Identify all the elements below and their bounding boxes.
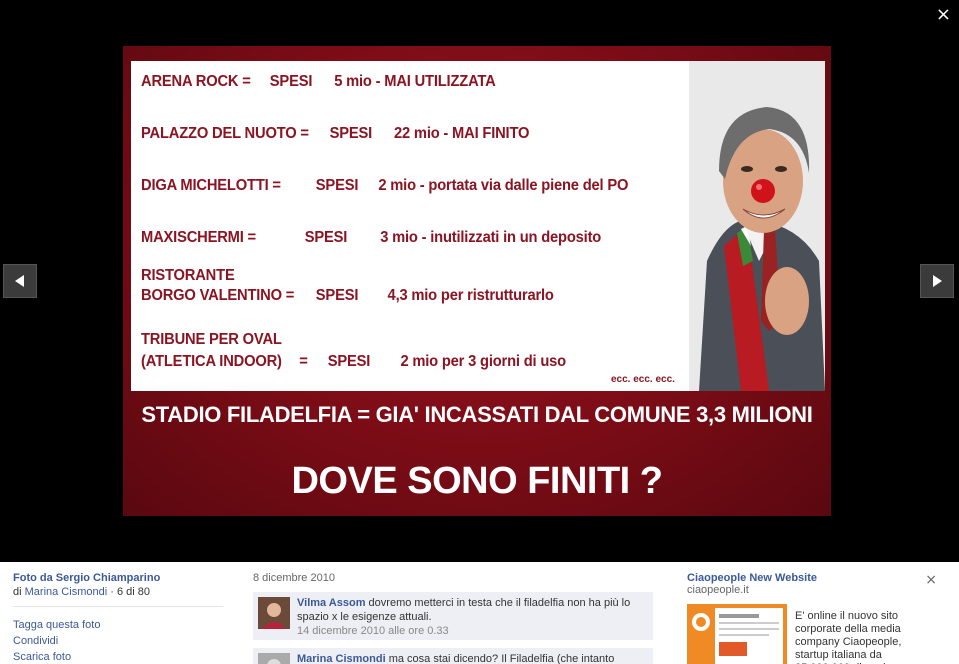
photo-album-link[interactable]: Foto da Sergio Chiamparino (13, 572, 223, 584)
portrait-image (689, 61, 825, 391)
photo-date: 8 dicembre 2010 (253, 572, 335, 584)
ad-close-button[interactable]: × (925, 572, 937, 588)
avatar[interactable] (258, 597, 290, 629)
comment: Vilma Assom dovremo metterci in testa ch… (253, 592, 653, 640)
tag-photo-link[interactable]: Tagga questa foto (13, 619, 223, 631)
download-photo-link[interactable]: Scarica foto (13, 651, 223, 663)
ad-url[interactable]: ciaopeople.it (687, 584, 939, 596)
comment-author[interactable]: Marina Cismondi (297, 653, 386, 664)
divider (13, 606, 223, 607)
photo-position: · 6 di 80 (110, 586, 150, 598)
avatar[interactable] (258, 653, 290, 664)
poster-stadio-line: STADIO FILADELFIA = GIA' INCASSATI DAL C… (141, 402, 813, 427)
sponsored-ad: Ciaopeople New Website ciaopeople.it × E… (687, 572, 939, 664)
next-photo-button[interactable] (920, 264, 954, 298)
arrow-left-icon (15, 275, 24, 287)
photo-owner: di Marina Cismondi · 6 di 80 (13, 586, 223, 598)
poster-ecc: ecc. ecc. ecc. (611, 374, 675, 385)
ad-title[interactable]: Ciaopeople New Website (687, 572, 939, 584)
share-link[interactable]: Condividi (13, 635, 223, 647)
comment-timestamp[interactable]: 14 dicembre 2010 alle ore 0.33 (297, 625, 449, 637)
by-prefix: di (13, 586, 22, 598)
comments-section: 8 dicembre 2010 Vilma Assom dovremo mett… (253, 572, 653, 664)
photo: ARENA ROCK = SPESI 5 mio - MAI UTILIZZAT… (123, 46, 831, 516)
previous-photo-button[interactable] (3, 264, 37, 298)
comment-author[interactable]: Vilma Assom (297, 597, 365, 609)
photo-meta: Foto da Sergio Chiamparino di Marina Cis… (13, 572, 223, 663)
comment: Marina Cismondi ma cosa stai dicendo? Il… (253, 648, 653, 664)
ad-text: E' online il nuovo sito corporate della … (795, 610, 902, 664)
arrow-right-icon (933, 275, 942, 287)
close-viewer-button[interactable]: × (936, 4, 951, 25)
owner-link[interactable]: Marina Cismondi (25, 586, 108, 598)
poster-white-panel: ARENA ROCK = SPESI 5 mio - MAI UTILIZZAT… (131, 61, 825, 391)
ad-image[interactable] (687, 604, 787, 664)
comment-text: ma cosa stai dicendo? Il Filadelfia (che… (388, 653, 615, 664)
photo-info-bar: Foto da Sergio Chiamparino di Marina Cis… (0, 562, 959, 664)
poster-headline: DOVE SONO FINITI ? (291, 460, 663, 502)
